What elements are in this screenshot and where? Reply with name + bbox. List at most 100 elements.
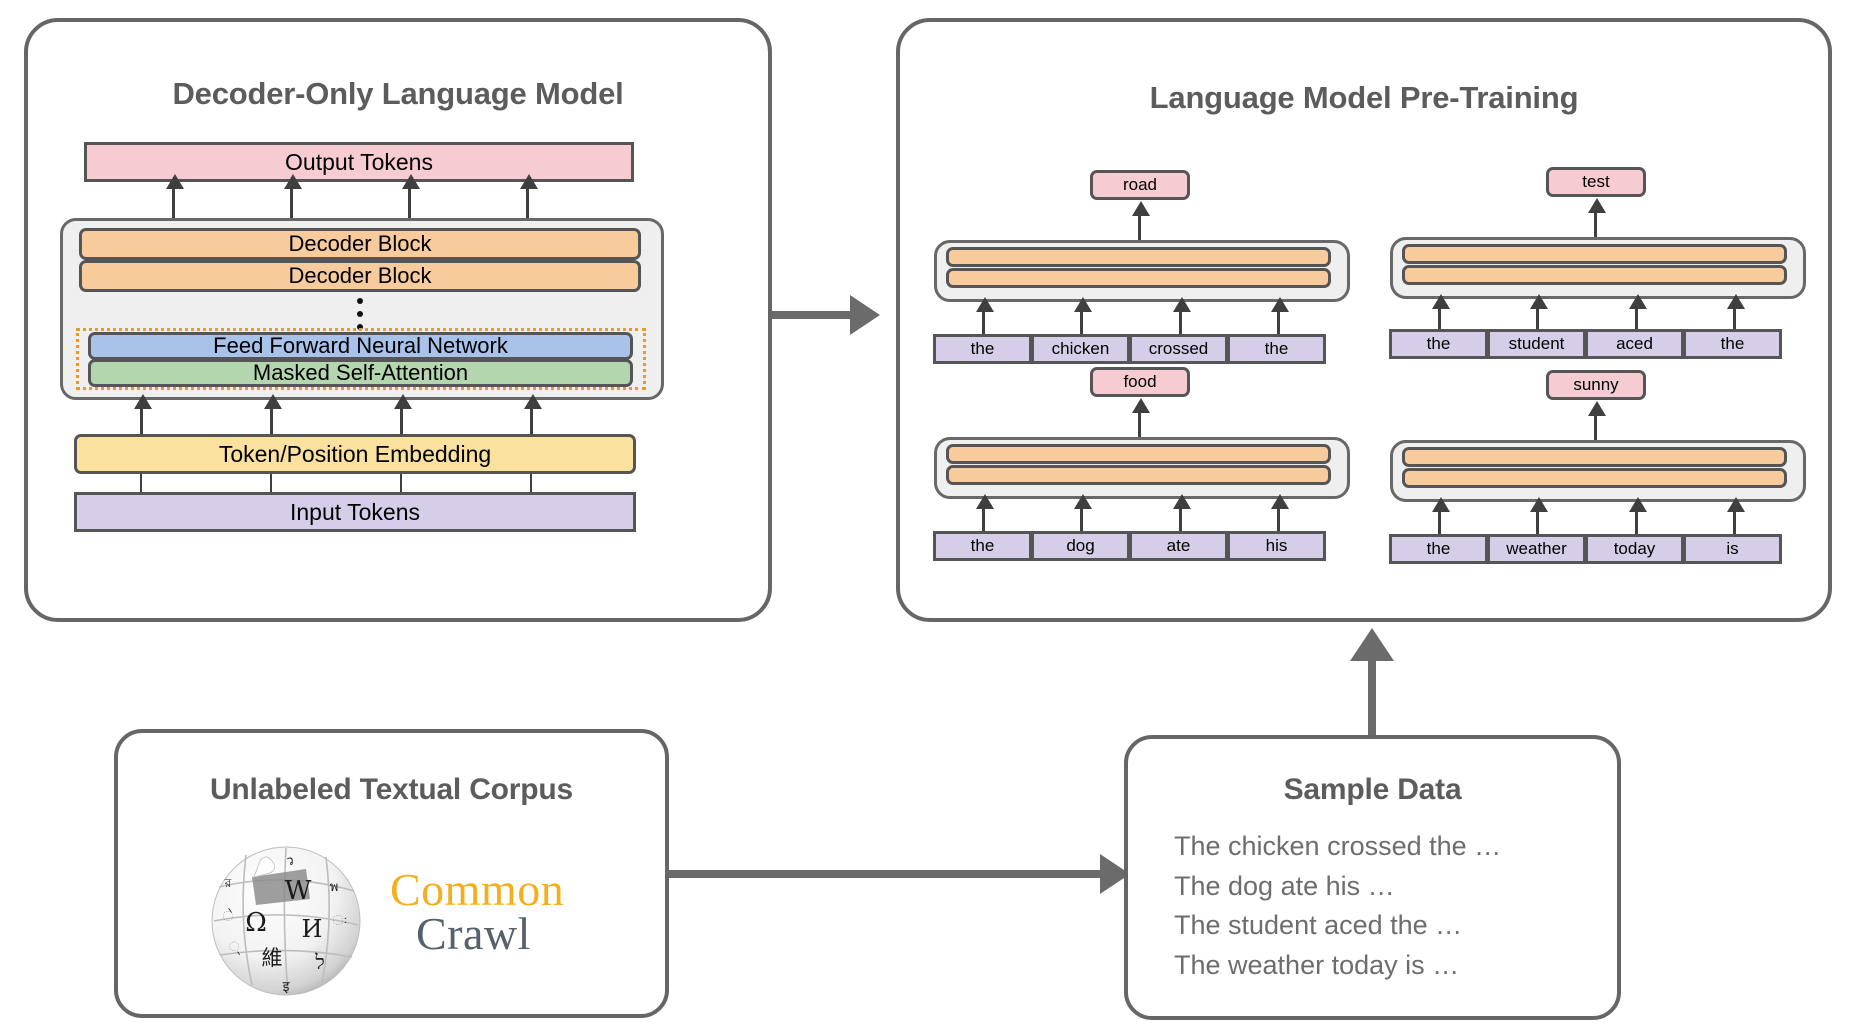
token-arrow-head-4-4 [1727,497,1745,512]
token-arrow-shaft-2-3 [1635,307,1638,329]
svg-text:W: W [285,876,312,906]
token-arrow-shaft-4-2 [1536,510,1539,534]
token-box: aced [1585,329,1684,359]
token-box: the [1389,329,1488,359]
left-panel-title: Decoder-Only Language Model [172,76,624,111]
token-arrow-head-1-4 [1271,297,1289,312]
model-stack-layer-3a [946,444,1331,464]
sample-data-line-1: The chicken crossed the … [1174,831,1502,861]
flow-arrow-sample-to-pretraining-shaft [1368,660,1376,735]
decoder-only-language-model-panel: Decoder-Only Language Model Output Token… [24,18,772,622]
arrow-head-to-stack-2 [264,394,282,409]
model-stack-layer-4b [1402,468,1787,488]
token-arrow-shaft-1-1 [982,310,985,334]
token-arrow-shaft-3-4 [1277,507,1280,531]
token-box: student [1487,329,1586,359]
prediction-arrow-shaft-sunny [1594,414,1597,440]
token-arrow-shaft-2-4 [1733,307,1736,329]
token-arrow-head-2-1 [1432,294,1450,309]
svg-text:इ: इ [283,979,291,995]
token-arrow-shaft-1-3 [1179,310,1182,334]
token-arrow-shaft-3-2 [1080,507,1083,531]
token-arrow-head-2-4 [1727,294,1745,309]
token-box: today [1585,534,1684,564]
prediction-arrow-head-road [1132,201,1150,216]
token-box: ate [1129,531,1228,561]
language-model-pretraining-panel: Language Model Pre-Training road the chi… [896,18,1832,622]
token-arrow-head-1-3 [1173,297,1191,312]
sample-data-title: Sample Data [1283,773,1462,806]
token-arrow-head-3-3 [1173,494,1191,509]
token-arrow-shaft-3-3 [1179,507,1182,531]
model-stack-layer-2b [1402,265,1787,285]
arrow-head-to-stack-3 [394,394,412,409]
feed-forward-neural-network-box: Feed Forward Neural Network [88,332,633,360]
token-arrow-head-3-4 [1271,494,1289,509]
token-box: weather [1487,534,1586,564]
svg-text:พ: พ [330,880,339,895]
token-arrow-head-4-1 [1432,497,1450,512]
prediction-arrow-head-food [1132,398,1150,413]
flow-arrow-model-to-pretraining-shaft [772,311,850,319]
prediction-arrow-head-sunny [1588,401,1606,416]
decoder-block-1: Decoder Block [79,228,641,260]
arrow-head-to-output-1 [166,174,184,189]
model-stack-layer-4a [1402,447,1787,467]
arrow-head-to-stack-1 [134,394,152,409]
right-panel-title: Language Model Pre-Training [1149,80,1579,115]
sample-data-line-2: The dog ate his … [1174,870,1395,901]
token-arrow-head-1-2 [1074,297,1092,312]
diagram-canvas: Decoder-Only Language Model Output Token… [0,0,1854,1030]
flow-arrow-corpus-to-sample-shaft [669,870,1118,878]
token-arrow-head-3-2 [1074,494,1092,509]
unlabeled-textual-corpus-panel: Unlabeled Textual Corpus W Ω И 維 ל ે ્ इ… [114,729,669,1018]
token-arrow-head-2-3 [1629,294,1647,309]
svg-text:И: И [302,915,323,943]
svg-text:維: 維 [262,946,283,970]
arrow-head-to-output-4 [520,174,538,189]
model-stack-layer-1b [946,268,1331,288]
token-box: dog [1031,531,1130,561]
prediction-arrow-shaft-food [1138,411,1141,437]
token-arrow-shaft-4-3 [1635,510,1638,534]
model-stack-layer-3b [946,465,1331,485]
prediction-arrow-shaft-road [1138,214,1141,240]
token-arrow-shaft-3-1 [982,507,985,531]
sample-data-line-4: The weather today is … [1174,950,1460,981]
prediction-box-sunny: sunny [1546,370,1646,400]
flow-arrow-model-to-pretraining-head [850,295,880,335]
token-arrow-shaft-4-1 [1438,510,1441,534]
common-crawl-line2: Crawl [416,908,531,960]
token-arrow-head-4-2 [1530,497,1548,512]
token-box: crossed [1129,334,1228,364]
model-stack-layer-2a [1402,244,1787,264]
token-arrow-head-2-2 [1530,294,1548,309]
token-arrow-shaft-2-1 [1438,307,1441,329]
svg-text:ઃ: ઃ [332,913,347,929]
svg-text:ל: ל [314,950,324,974]
arrow-head-to-output-3 [402,174,420,189]
token-position-embedding-box: Token/Position Embedding [74,434,636,474]
flow-arrow-sample-to-pretraining-head [1350,628,1394,661]
token-box: is [1683,534,1782,564]
sample-data-line-3: The student aced the … [1174,910,1463,941]
token-arrow-shaft-2-2 [1536,307,1539,329]
masked-self-attention-box: Masked Self-Attention [88,359,633,387]
wikipedia-globe-logo: W Ω И 維 ל ે ્ इ ઃ พ ว র [194,825,374,1005]
svg-text:્: ્ [229,940,240,955]
token-arrow-shaft-1-4 [1277,310,1280,334]
common-crawl-logo: Common Crawl [390,866,564,960]
prediction-box-food: food [1090,367,1190,397]
svg-text:Ω: Ω [245,908,267,938]
token-arrow-shaft-4-4 [1733,510,1736,534]
sample-data-lines: The chicken crossed the … The dog ate hi… [1174,827,1501,986]
input-tokens-box: Input Tokens [74,492,636,532]
prediction-box-road: road [1090,170,1190,200]
arrow-head-to-output-2 [284,174,302,189]
arrow-head-to-stack-4 [524,394,542,409]
token-box: the [1227,334,1326,364]
svg-text:ે: ે [222,908,233,925]
token-arrow-shaft-1-2 [1080,310,1083,334]
token-arrow-head-3-1 [976,494,994,509]
sample-data-panel: Sample Data The chicken crossed the … Th… [1124,735,1621,1020]
